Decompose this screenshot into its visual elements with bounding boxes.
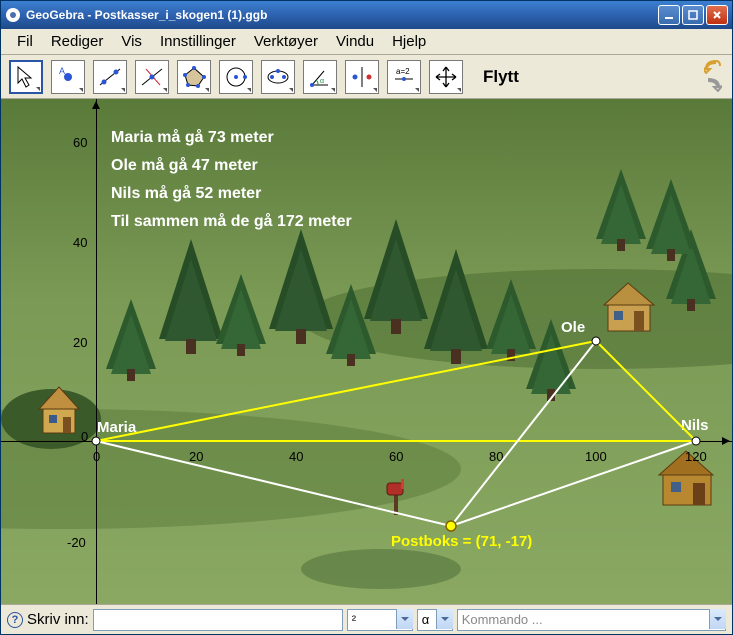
tool-line[interactable] xyxy=(93,60,127,94)
menu-innstillinger[interactable]: Innstillinger xyxy=(152,31,244,52)
title-text: GeoGebra - Postkasser_i_skogen1 (1).ggb xyxy=(26,8,658,22)
tool-move-view[interactable] xyxy=(429,60,463,94)
redo-button[interactable] xyxy=(702,76,724,93)
tool-polygon[interactable] xyxy=(177,60,211,94)
maximize-button[interactable] xyxy=(682,5,704,25)
geometry-layer xyxy=(1,99,732,604)
svg-text:α: α xyxy=(320,78,324,85)
tool-perpendicular[interactable] xyxy=(135,60,169,94)
toolbar: A α a=2 Flytt xyxy=(1,55,732,99)
tool-circle[interactable] xyxy=(219,60,253,94)
menubar: Fil Rediger Vis Innstillinger Verktøyer … xyxy=(1,29,732,55)
graphics-view[interactable]: 0 20 40 60 80 100 120 -20 0 20 40 60 Mar… xyxy=(1,99,732,604)
close-button[interactable] xyxy=(706,5,728,25)
tool-conic[interactable] xyxy=(261,60,295,94)
app-window: GeoGebra - Postkasser_i_skogen1 (1).ggb … xyxy=(0,0,733,635)
tool-name-label: Flytt xyxy=(483,67,519,87)
menu-hjelp[interactable]: Hjelp xyxy=(384,31,434,52)
menu-vindu[interactable]: Vindu xyxy=(328,31,382,52)
input-bar: ? Skriv inn: xyxy=(1,604,732,634)
minimize-button[interactable] xyxy=(658,5,680,25)
menu-verktoyer[interactable]: Verktøyer xyxy=(246,31,326,52)
svg-text:A: A xyxy=(59,66,65,76)
tool-angle[interactable]: α xyxy=(303,60,337,94)
tool-slider[interactable]: a=2 xyxy=(387,60,421,94)
titlebar[interactable]: GeoGebra - Postkasser_i_skogen1 (1).ggb xyxy=(1,1,732,29)
app-icon xyxy=(5,7,21,23)
tool-move[interactable] xyxy=(9,60,43,94)
tool-reflect[interactable] xyxy=(345,60,379,94)
command-input[interactable] xyxy=(93,609,343,631)
menu-rediger[interactable]: Rediger xyxy=(43,31,112,52)
menu-fil[interactable]: Fil xyxy=(9,31,41,52)
svg-text:a=2: a=2 xyxy=(396,67,410,76)
command-select[interactable] xyxy=(457,609,726,631)
menu-vis[interactable]: Vis xyxy=(113,31,150,52)
input-label: Skriv inn: xyxy=(27,611,89,628)
help-icon[interactable]: ? xyxy=(7,612,23,628)
tool-point[interactable]: A xyxy=(51,60,85,94)
undo-button[interactable] xyxy=(702,58,724,75)
